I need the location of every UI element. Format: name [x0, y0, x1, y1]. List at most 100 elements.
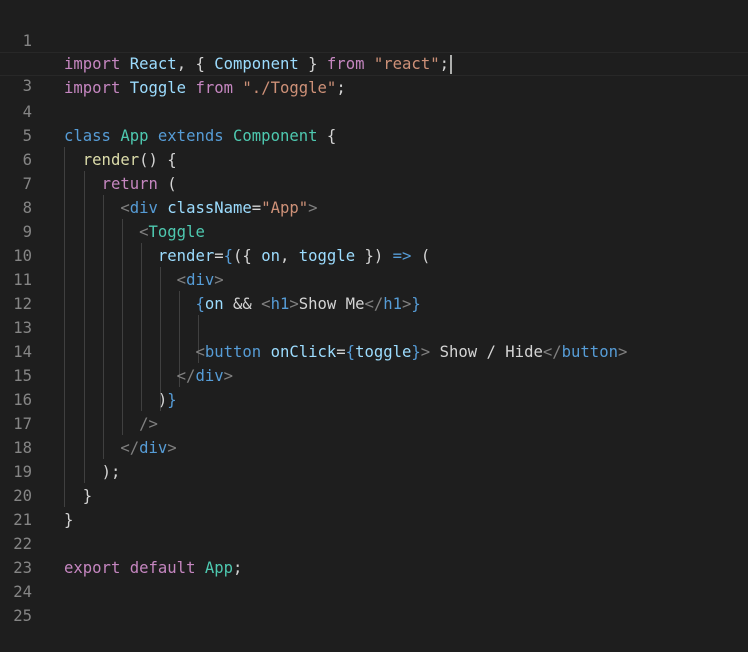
token-punct: }) — [355, 247, 393, 265]
code-line[interactable]: 14 — [0, 316, 748, 361]
token-arrow: => — [392, 247, 412, 265]
token-class: Component — [233, 127, 318, 145]
token-jsx-text: Show Me — [298, 295, 365, 313]
code-text: render={({ on, toggle }) => ( — [64, 244, 430, 268]
token-punct: = — [214, 247, 224, 265]
code-text: <div> — [64, 268, 224, 292]
code-text: return ( — [64, 172, 177, 196]
token-class: App — [120, 127, 149, 145]
token-variable: toggle — [298, 247, 356, 265]
token-bracket: > — [214, 271, 224, 289]
code-editor[interactable]: 1 2 3 import React, { Component } from "… — [0, 0, 748, 625]
code-text: export default App; — [64, 556, 242, 580]
token-punct: = — [251, 199, 262, 217]
code-line[interactable]: 16 </div> — [0, 364, 748, 409]
token-component-tag: Toggle — [148, 223, 205, 241]
code-text: {on && <h1>Show Me</h1>} — [64, 292, 420, 316]
token-brace: { — [223, 247, 234, 265]
token-tag: h1 — [270, 295, 290, 313]
token-variable: on — [204, 295, 224, 313]
token-punct: ) — [157, 391, 168, 409]
token-punct: , — [279, 247, 299, 265]
token-tag: div — [129, 199, 158, 217]
token-tag: div — [195, 367, 224, 385]
code-line[interactable]: 10 <Toggle — [0, 220, 748, 265]
token-bracket: </ — [542, 343, 562, 361]
token-punct: ); — [101, 463, 121, 481]
code-line[interactable]: 4 import Toggle from "./Toggle"; — [0, 76, 748, 121]
token-variable: on — [261, 247, 280, 265]
token-keyword: class — [64, 127, 111, 145]
code-line[interactable]: 2 — [0, 29, 748, 74]
token-bracket: </ — [120, 439, 140, 457]
token-punct: ; — [233, 559, 243, 577]
token-punct: , { — [176, 55, 215, 73]
token-brace: { — [345, 343, 356, 361]
token-keyword: export — [64, 559, 121, 577]
code-line[interactable]: 1 — [0, 5, 748, 50]
code-text: } — [64, 508, 73, 532]
code-line[interactable]: 13 {on && <h1>Show Me</h1>} — [0, 292, 748, 337]
code-line[interactable]: 24 export default App; — [0, 556, 748, 601]
token-tag: div — [186, 271, 215, 289]
code-text: import React, { Component } from "react"… — [64, 53, 452, 75]
token-punct: } — [64, 511, 74, 529]
token-string: "./Toggle" — [242, 79, 337, 97]
token-function: render — [82, 151, 140, 169]
code-line[interactable]: 21 } — [0, 484, 748, 529]
token-variable: Toggle — [129, 79, 187, 97]
code-line[interactable]: 20 ); — [0, 460, 748, 505]
token-jsx-text: Show / Hide — [430, 343, 543, 361]
token-punct: } — [298, 55, 327, 73]
code-line[interactable]: 6 class App extends Component { — [0, 124, 748, 169]
code-line[interactable]: 18 /> — [0, 412, 748, 457]
token-keyword: from — [326, 55, 365, 73]
code-line[interactable]: 19 </div> — [0, 436, 748, 481]
token-variable: toggle — [355, 343, 412, 361]
token-bracket: < — [176, 271, 187, 289]
code-text: import Toggle from "./Toggle"; — [64, 76, 346, 100]
token-string: "App" — [261, 199, 309, 217]
token-bracket: /> — [139, 415, 158, 433]
token-punct: { — [317, 127, 337, 145]
code-line[interactable]: 25 — [0, 580, 748, 625]
code-line[interactable]: 22 } — [0, 508, 748, 553]
code-text: ); — [64, 460, 121, 484]
code-line[interactable]: 7 render() { — [0, 148, 748, 193]
code-line[interactable]: 17 )} — [0, 388, 748, 433]
code-text: )} — [64, 388, 177, 412]
token-brace: { — [195, 295, 205, 313]
token-class: App — [204, 559, 234, 577]
code-line[interactable]: 15 <button onClick={toggle}> Show / Hide… — [0, 340, 748, 385]
code-line[interactable]: 5 — [0, 100, 748, 145]
text-cursor — [449, 55, 452, 74]
code-text: </div> — [64, 364, 233, 388]
code-line[interactable]: 9 <div className="App"> — [0, 196, 748, 241]
token-punct: ( — [411, 247, 431, 265]
token-attribute: className — [167, 199, 252, 217]
token-punct: } — [82, 487, 93, 505]
code-line[interactable]: 23 — [0, 532, 748, 577]
token-punct: () { — [139, 151, 177, 169]
code-text: </div> — [64, 436, 176, 460]
code-text: class App extends Component { — [64, 124, 336, 148]
token-bracket: > — [308, 199, 318, 217]
code-line-current[interactable]: 3 import React, { Component } from "reac… — [0, 52, 748, 95]
code-line[interactable]: 11 render={({ on, toggle }) => ( — [0, 244, 748, 289]
token-bracket: > — [402, 295, 412, 313]
token-variable: Component — [214, 55, 299, 73]
token-punct: ( — [157, 175, 177, 193]
token-keyword: from — [195, 79, 234, 97]
code-line[interactable]: 8 return ( — [0, 172, 748, 217]
token-attribute: render — [157, 247, 215, 265]
token-bracket: < — [139, 223, 149, 241]
token-punct: ; — [439, 55, 449, 73]
code-text: <Toggle — [64, 220, 205, 244]
code-line[interactable]: 12 <div> — [0, 268, 748, 313]
token-brace: } — [411, 343, 421, 361]
code-text: <button onClick={toggle}> Show / Hide</b… — [64, 340, 627, 364]
token-bracket: </ — [364, 295, 384, 313]
token-tag: div — [139, 439, 168, 457]
code-text: render() { — [64, 148, 177, 172]
code-text: <div className="App"> — [64, 196, 318, 220]
